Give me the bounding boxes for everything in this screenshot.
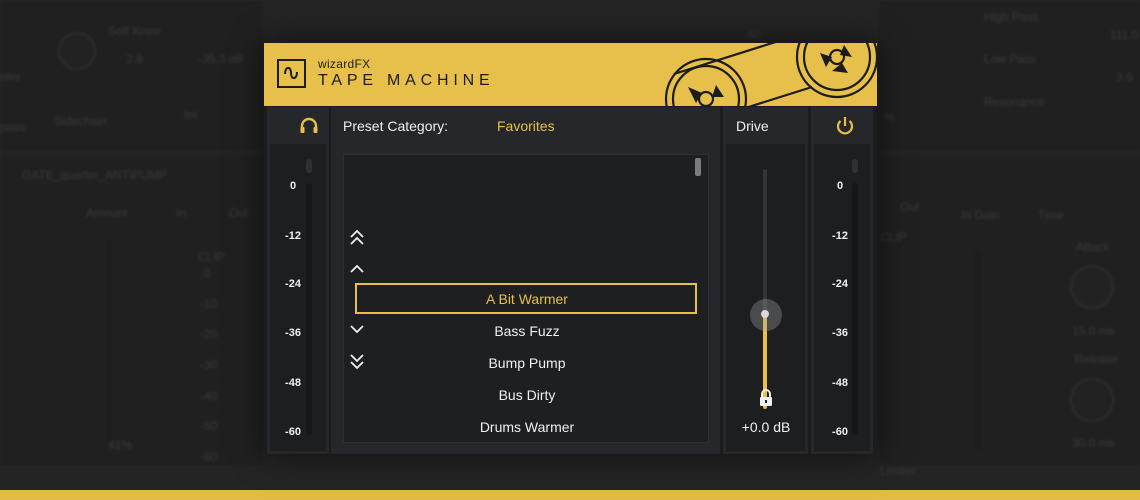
bottom-accent-strip [0,490,1140,500]
preset-list-scrollbar[interactable] [695,158,701,176]
bg-attack-value: 15.0 ms [1072,324,1115,338]
power-icon[interactable] [834,115,856,137]
input-meter-clip-indicator [306,159,312,173]
bg-panel-compressor [0,0,264,152]
input-meter-bar [306,183,312,435]
bg-scale-50: -50 [200,419,218,433]
bg-knob [58,32,96,70]
plugin-header: wizardFX TAPE MACHINE [264,43,877,106]
bg-scale-30: -30 [200,358,218,372]
bg-clip2-label: CLIP [880,230,907,244]
bg-in-label: In [176,206,187,220]
output-scale-36: -36 [832,327,848,339]
chevron-up-icon[interactable] [349,263,365,275]
input-scale-24: -24 [285,278,301,290]
output-scale-0: 0 [836,180,844,192]
bg-pct-symbol: % [884,110,895,124]
bg-in-gain-label: In Gain [961,208,1000,222]
bg-panel-gate [0,155,264,467]
lock-icon[interactable] [758,389,774,407]
bg-release-value: 30.0 ms [1072,436,1115,450]
preset-item-bump-pump[interactable]: Bump Pump [344,355,710,371]
bg-resonance-label: Resonance [984,95,1045,109]
drive-label: Drive [736,118,769,134]
bg-high-pass-label: High Pass [984,10,1039,24]
bg-low-pass-label: Low Pass [984,52,1037,66]
output-meter-clip-indicator [852,159,858,173]
bg-release-knob [1070,378,1114,422]
bg-attack-knob [1070,265,1114,309]
tape-reels-icon [664,43,877,106]
input-scale-0: 0 [289,180,297,192]
bg-out-label: Out [229,206,249,220]
sine-wave-logo-icon [277,59,306,88]
bg-label-nter: nter [0,70,21,84]
preset-list[interactable]: A Bit Warmer Bass Fuzz Bump Pump Bus Dir… [343,154,709,443]
bg-release-label: Release [1074,352,1119,366]
bg-attack-label: Attack [1076,240,1110,254]
brand-name: wizardFX [318,57,371,71]
headphones-icon[interactable] [298,115,320,137]
bg-amount-label: Amount [86,206,128,220]
bg-limiter-label: Limiter [880,464,917,478]
input-scale-36: -36 [285,327,301,339]
tape-machine-plugin: wizardFX TAPE MACHINE 0 -12 -24 -36 -48 … [264,43,877,454]
bg-high-pass-value: 111.0 [1110,28,1139,42]
bg-scale-20: -20 [200,327,218,341]
preset-item-bass-fuzz[interactable]: Bass Fuzz [344,323,710,339]
double-chevron-up-icon[interactable] [349,229,365,247]
bg-clip-value: 0 [204,266,211,280]
preset-category-label: Preset Category: [343,118,449,134]
bg-scale-60: -60 [200,450,218,464]
preset-category-value[interactable]: Favorites [497,118,555,134]
bg-percent: 41% [108,438,133,452]
bg-slider [106,240,112,440]
bg-scale-40: -40 [200,389,218,403]
bg-sidechain-label: Sidechain [54,114,107,128]
output-scale-48: -48 [832,377,848,389]
output-scale-12: -12 [832,230,848,242]
bg-preset-name: GATE_quarter_ANTIPUMP [22,168,168,182]
bg-int-label: Int [184,108,198,122]
preset-item-a-bit-warmer[interactable]: A Bit Warmer [344,291,710,307]
bg-slider-2 [975,250,981,450]
bg-minus60: -60 [744,28,762,42]
drive-value[interactable]: +0.0 dB [722,419,810,435]
drive-slider-thumb[interactable] [750,299,782,332]
output-scale-24: -24 [832,278,848,290]
input-scale-12: -12 [285,230,301,242]
input-scale-60: -60 [285,426,301,438]
bg-scale-10: -10 [200,297,218,311]
drive-slider-thumb-dot [761,310,769,319]
preset-item-drums-warmer[interactable]: Drums Warmer [344,419,710,435]
product-name: TAPE MACHINE [318,72,495,89]
preset-item-bus-dirty[interactable]: Bus Dirty [344,387,710,403]
output-meter-bar [852,183,858,435]
bg-threshold-value: -35.3 dB [198,52,244,66]
bg-low-pass-value: 3.6 [1116,70,1133,84]
bg-clip-label: CLIP [198,250,225,264]
bg-out2-label: Out [900,200,920,214]
bg-label-pass: pass [0,120,26,134]
output-scale-60: -60 [832,426,848,438]
input-scale-48: -48 [285,377,301,389]
bg-time-label: Time [1038,208,1065,222]
bg-soft-knee-label: Soft Knee [108,24,161,38]
bg-soft-knee-value: 2.8 [126,52,143,66]
